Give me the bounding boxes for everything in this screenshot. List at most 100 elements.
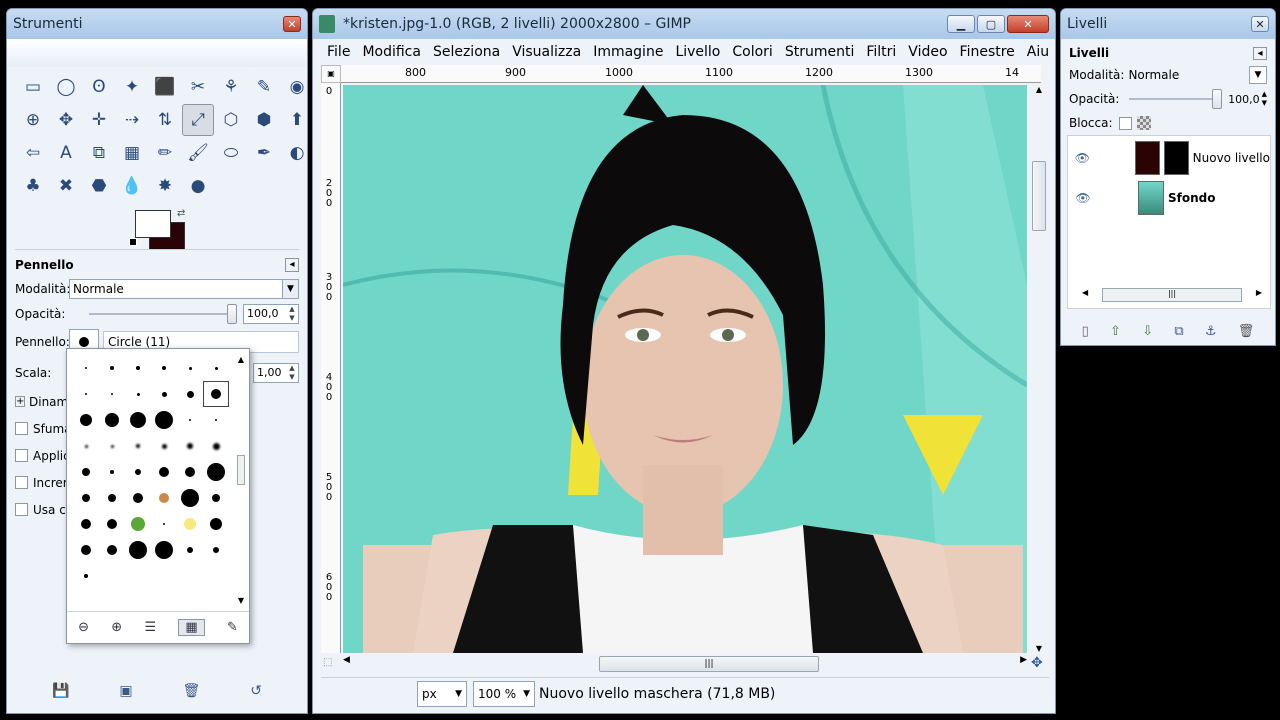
expander-icon[interactable]: + [15, 396, 25, 407]
minimize-button[interactable]: ▁ [947, 15, 975, 33]
brush-cell[interactable] [151, 355, 177, 381]
tool-icon[interactable]: ✏ [149, 137, 181, 169]
brush-cell[interactable] [99, 563, 125, 589]
layer-mask-thumbnail[interactable] [1163, 141, 1189, 175]
brush-cell[interactable] [125, 563, 151, 589]
tool-icon[interactable]: ✒ [248, 137, 280, 169]
raise-layer-icon[interactable]: ⇧ [1110, 324, 1121, 339]
brush-cell[interactable] [125, 381, 151, 407]
fade-checkbox[interactable] [15, 422, 28, 435]
menu-item[interactable]: Visualizza [512, 44, 581, 60]
tool-icon[interactable]: ⇅ [149, 104, 181, 136]
unit-combo[interactable]: px ▼ [417, 680, 467, 707]
brush-cell[interactable] [203, 433, 229, 459]
new-layer-icon[interactable]: ▯ [1082, 324, 1089, 339]
vertical-ruler[interactable]: 0 200 300 400 500 600 [321, 83, 341, 653]
brush-cell[interactable] [151, 381, 177, 407]
brush-cell[interactable] [203, 381, 229, 407]
brush-cell[interactable] [203, 563, 229, 589]
brush-cell[interactable] [151, 459, 177, 485]
brush-popup-scroll-thumb[interactable] [237, 455, 245, 485]
menu-item[interactable]: Modifica [362, 44, 421, 60]
brush-cell[interactable] [99, 407, 125, 433]
scroll-right-icon[interactable]: ▶ [1256, 288, 1262, 297]
tool-icon[interactable]: 🖌 [182, 137, 214, 169]
tool-icon[interactable]: ⚘ [215, 71, 247, 103]
brush-cell[interactable] [99, 433, 125, 459]
tool-icon[interactable]: ⇦ [17, 137, 49, 169]
tool-icon[interactable]: ⬣ [83, 170, 115, 202]
tool-icon[interactable]: ◉ [281, 71, 307, 103]
scroll-up-icon[interactable]: ▲ [235, 355, 247, 364]
menu-item[interactable]: Aiu [1027, 44, 1049, 60]
incremental-checkbox[interactable] [15, 476, 28, 489]
brush-cell[interactable] [177, 433, 203, 459]
layers-opacity-value[interactable]: 100,0 [1228, 93, 1260, 106]
brush-cell[interactable] [125, 433, 151, 459]
brush-cell[interactable] [177, 381, 203, 407]
brush-cell[interactable] [73, 563, 99, 589]
menu-item[interactable]: Strumenti [785, 44, 855, 60]
brush-cell[interactable] [99, 459, 125, 485]
tool-icon[interactable]: A [50, 137, 82, 169]
layers-titlebar[interactable]: Livelli ✕ [1061, 9, 1275, 39]
menu-item[interactable]: Seleziona [433, 44, 500, 60]
tool-icon[interactable]: ◯ [50, 71, 82, 103]
edit-brush-icon[interactable]: ✎ [227, 620, 238, 635]
swap-colors-icon[interactable]: ⇄ [177, 208, 185, 219]
layers-hscrollbar[interactable]: ◀ ||| ▶ [1082, 288, 1262, 302]
brush-cell[interactable] [73, 355, 99, 381]
toolbox-close-button[interactable]: ✕ [283, 16, 301, 32]
brush-cell[interactable] [73, 459, 99, 485]
foreground-color-swatch[interactable] [135, 210, 171, 238]
tool-options-menu-icon[interactable]: ◂ [285, 258, 299, 272]
spin-arrows-icon[interactable]: ▲ ▼ [286, 305, 298, 323]
brush-cell[interactable] [151, 563, 177, 589]
brush-cell[interactable] [73, 433, 99, 459]
zoom-in-icon[interactable]: ⊕ [111, 620, 122, 635]
tool-icon[interactable]: ✎ [248, 71, 280, 103]
tool-icon[interactable]: ✂ [182, 71, 214, 103]
layers-opacity-knob[interactable] [1212, 89, 1223, 109]
brush-cell[interactable] [125, 355, 151, 381]
scale-spinbox[interactable]: 1,00 ▲ ▼ [253, 362, 299, 383]
spin-arrows-icon[interactable]: ▲ ▼ [1262, 90, 1267, 108]
chevron-down-icon[interactable]: ▼ [1249, 66, 1267, 84]
brush-cell[interactable] [99, 355, 125, 381]
opacity-slider[interactable] [89, 303, 237, 324]
menu-item[interactable]: Finestre [960, 44, 1015, 60]
apply-jitter-checkbox[interactable] [15, 449, 28, 462]
opacity-slider-knob[interactable] [227, 303, 237, 324]
tool-icon[interactable]: ⤢ [182, 104, 214, 136]
layer-name[interactable]: Sfondo [1168, 191, 1215, 205]
tool-icon[interactable]: ✸ [149, 170, 181, 202]
delete-layer-icon[interactable]: 🗑 [1238, 324, 1255, 339]
scroll-up-icon[interactable]: ▲ [1029, 85, 1049, 94]
brush-cell[interactable] [203, 537, 229, 563]
brush-cell[interactable] [125, 459, 151, 485]
layers-close-button[interactable]: ✕ [1251, 16, 1269, 32]
maximize-button[interactable]: ▢ [977, 15, 1005, 33]
tool-icon[interactable]: ✦ [116, 71, 148, 103]
tool-icon[interactable]: ◐ [281, 137, 307, 169]
image-canvas[interactable] [343, 85, 1027, 653]
tool-icon[interactable]: ⬆ [281, 104, 307, 136]
mode-combo[interactable]: Normale ▼ [69, 278, 299, 299]
brush-cell[interactable] [99, 537, 125, 563]
brush-cell[interactable] [177, 407, 203, 433]
lock-pixels-checkbox[interactable] [1118, 116, 1132, 130]
brush-cell[interactable] [177, 537, 203, 563]
quick-mask-toggle[interactable]: ▣ [321, 65, 341, 83]
tool-icon[interactable]: ʘ [83, 71, 115, 103]
brush-cell[interactable] [125, 511, 151, 537]
horizontal-ruler[interactable]: 800 900 1000 1100 1200 1300 14 [341, 65, 1041, 83]
layer-row[interactable]: 👁 Nuovo livello [1068, 138, 1270, 178]
brush-cell[interactable] [151, 511, 177, 537]
brush-cell[interactable] [73, 485, 99, 511]
save-options-icon[interactable]: 💾 [52, 683, 69, 699]
vertical-scroll-thumb[interactable] [1032, 161, 1046, 231]
brush-cell[interactable] [203, 485, 229, 511]
menu-item[interactable]: Livello [675, 44, 720, 60]
layers-opacity-slider[interactable] [1129, 89, 1223, 109]
use-color-checkbox[interactable] [15, 503, 28, 516]
